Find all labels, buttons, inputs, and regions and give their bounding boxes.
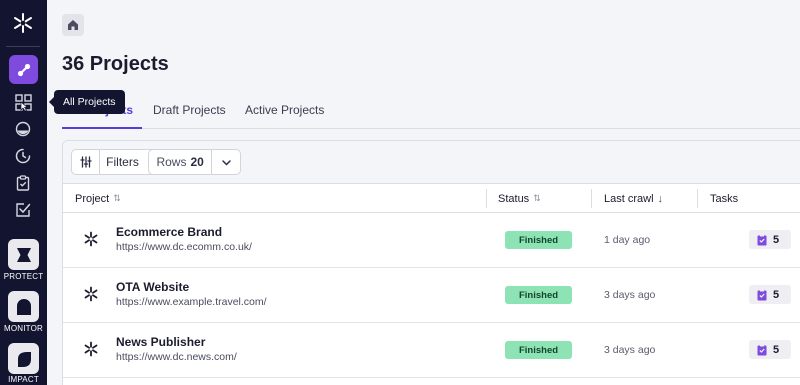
sidebar-label-protect: PROTECT — [3, 272, 44, 281]
sidebar-item-projects[interactable] — [9, 55, 38, 84]
filter-settings-button[interactable] — [72, 150, 99, 174]
tasks-count-chip[interactable]: 5 — [749, 340, 791, 359]
column-header-tasks[interactable]: Tasks — [710, 184, 738, 213]
history-icon — [15, 148, 31, 164]
page-title: 36 Projects — [62, 53, 169, 75]
project-logo-icon — [84, 231, 98, 247]
column-label-tasks: Tasks — [710, 192, 739, 205]
tasks-count: 5 — [773, 343, 780, 356]
column-label-project: Project — [75, 192, 110, 205]
project-name[interactable]: Ecommerce Brand — [116, 225, 222, 239]
app-logo-icon[interactable] — [12, 12, 34, 34]
column-divider — [591, 189, 592, 208]
last-crawl-text: 3 days ago — [604, 289, 656, 301]
rows-label: Rows — [156, 155, 187, 169]
sort-descending-icon: ↓ — [657, 192, 664, 205]
column-label-status: Status — [498, 192, 530, 205]
grid-icon — [14, 93, 32, 111]
sidebar: PROTECT MONITOR IMPACT — [0, 0, 47, 385]
tab-active-indicator — [62, 127, 142, 129]
breadcrumb-home-button[interactable] — [62, 14, 84, 36]
task-clipboard-icon — [757, 234, 767, 245]
status-badge: Finished — [505, 341, 572, 359]
status-badge: Finished — [505, 286, 572, 304]
tasks-count: 5 — [773, 288, 780, 301]
column-divider — [486, 189, 487, 208]
column-header-status[interactable]: Status ⇅ — [498, 184, 541, 213]
sidebar-item-protect[interactable] — [8, 239, 39, 270]
impact-icon — [17, 351, 31, 367]
sidebar-label-impact: IMPACT — [8, 375, 39, 384]
project-name[interactable]: News Publisher — [116, 335, 205, 349]
project-tabs: All Projects Draft Projects Active Proje… — [62, 98, 800, 129]
clipboard-icon — [16, 175, 30, 191]
table-row[interactable]: News Publisher https://www.dc.news.com/ … — [63, 323, 800, 378]
tab-active-projects[interactable]: Active Projects — [245, 103, 324, 117]
sidebar-item-impact[interactable] — [8, 343, 39, 374]
sort-icon: ⇅ — [533, 193, 541, 203]
rows-control: Rows 20 — [148, 149, 241, 175]
project-url: https://www.example.travel.com/ — [116, 296, 267, 308]
sliders-icon — [79, 156, 92, 168]
sidebar-item-monitor[interactable] — [8, 291, 39, 322]
column-header-last-crawl[interactable]: Last crawl ↓ — [604, 184, 663, 213]
home-icon — [68, 20, 78, 30]
chevron-down-icon — [221, 159, 231, 166]
table-header: Project ⇅ Status ⇅ Last crawl ↓ Tasks — [63, 184, 800, 213]
table-row[interactable]: OTA Website https://www.example.travel.c… — [63, 268, 800, 323]
sort-icon: ⇅ — [113, 193, 121, 203]
checkbox-icon — [16, 203, 31, 217]
project-url: https://www.dc.news.com/ — [116, 351, 237, 363]
column-label-last-crawl: Last crawl — [604, 192, 654, 205]
project-url: https://www.dc.ecomm.co.uk/ — [116, 241, 252, 253]
rows-selector[interactable]: Rows 20 — [149, 150, 211, 174]
gauge-icon — [15, 121, 31, 137]
sidebar-item-all-projects[interactable] — [14, 93, 32, 111]
protect-icon — [16, 247, 31, 262]
monitor-icon — [16, 298, 31, 315]
tab-draft-projects[interactable]: Draft Projects — [153, 103, 226, 117]
task-clipboard-icon — [757, 289, 767, 300]
tasks-count-chip[interactable]: 5 — [749, 285, 791, 304]
sidebar-item-dashboard[interactable] — [14, 120, 32, 138]
project-logo-icon — [84, 286, 98, 302]
sidebar-item-tasks[interactable] — [14, 201, 32, 219]
filters-button[interactable]: Filters — [100, 150, 145, 174]
sidebar-label-monitor: MONITOR — [3, 324, 44, 333]
tasks-count: 5 — [773, 233, 780, 246]
rows-dropdown-button[interactable] — [212, 150, 240, 174]
column-divider — [697, 189, 698, 208]
sidebar-tooltip: All Projects — [49, 90, 125, 114]
task-clipboard-icon — [757, 344, 767, 355]
tasks-count-chip[interactable]: 5 — [749, 230, 791, 249]
project-logo-icon — [84, 341, 98, 357]
sidebar-divider — [6, 46, 40, 47]
rows-value: 20 — [190, 155, 204, 169]
last-crawl-text: 3 days ago — [604, 344, 656, 356]
project-name[interactable]: OTA Website — [116, 280, 189, 294]
projects-card: Filters Rows 20 Project ⇅ Status ⇅ Last … — [62, 140, 800, 385]
table-row[interactable]: Ecommerce Brand https://www.dc.ecomm.co.… — [63, 213, 800, 268]
link-icon — [17, 63, 30, 76]
status-badge: Finished — [505, 231, 572, 249]
table-toolbar: Filters Rows 20 — [63, 141, 800, 184]
last-crawl-text: 1 day ago — [604, 234, 651, 246]
sidebar-item-reports[interactable] — [14, 174, 32, 192]
sidebar-item-history[interactable] — [14, 147, 32, 165]
column-header-project[interactable]: Project ⇅ — [75, 184, 121, 213]
